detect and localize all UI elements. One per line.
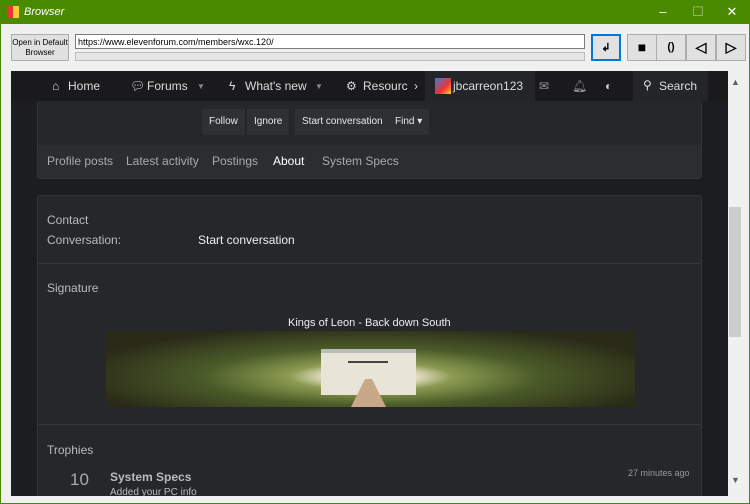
scrollbar-thumb[interactable] [729,207,741,337]
search-label: Search [659,79,698,93]
theme-icon[interactable]: ◐ [605,79,612,93]
scroll-down-icon[interactable]: ▼ [731,475,740,485]
trophy-desc: Added your PC info [110,487,197,496]
signature-image [106,331,635,407]
forums-icon: 💬︎ [130,79,146,93]
refresh-button[interactable]: () [656,34,686,61]
start-conversation-link[interactable]: Start conversation [198,233,295,247]
app-icon [7,6,19,18]
trophy-points: 10 [70,470,89,489]
chevron-right-icon[interactable]: › [414,79,418,93]
search-icon: ⚲ [643,78,652,92]
ignore-button[interactable]: Ignore [247,109,291,135]
trophy-time: 27 minutes ago [628,468,690,478]
tab-latest-activity[interactable]: Latest activity [126,154,199,168]
tab-profile-posts[interactable]: Profile posts [47,154,113,168]
tab-postings[interactable]: Postings [212,154,258,168]
user-menu[interactable]: jbcarreon123 [425,71,535,101]
nav-resources[interactable]: Resourc [363,79,408,93]
avatar [435,78,451,94]
conversation-label: Conversation: [47,233,122,247]
close-button[interactable]: ✕ [717,4,747,20]
progress-bar [75,52,585,61]
minimize-button[interactable]: – [648,4,678,19]
open-default-browser-button[interactable]: Open in Default Browser [11,34,69,61]
mail-icon[interactable]: ✉ [539,79,549,93]
profile-header: Follow Ignore Start conversation Find ▾ … [37,101,702,179]
maximize-button[interactable]: ☐ [683,4,713,20]
tab-system-specs[interactable]: System Specs [322,154,399,168]
nav-home[interactable]: Home [68,79,100,93]
start-conversation-button[interactable]: Start conversation [295,109,391,135]
follow-button[interactable]: Follow [202,109,246,135]
trophy-title: System Specs [110,470,192,484]
search-button[interactable]: ⚲ Search [633,71,708,101]
chevron-down-icon[interactable]: ▼ [197,82,205,91]
username: jbcarreon123 [453,79,524,93]
title-bar: Browser – ☐ ✕ [1,1,750,24]
find-label: Find [395,116,415,127]
signature-heading: Signature [47,281,99,295]
web-content: ⌂ Home 💬︎ Forums ▼ ϟ What's new ▼ ⚙ Reso… [11,71,728,496]
forward-button[interactable]: ▷ [716,34,746,61]
trophies-heading: Trophies [47,443,94,457]
scrollbar[interactable]: ▲ ▼ [728,71,742,496]
go-button[interactable]: ↲ [591,34,621,61]
chevron-down-icon[interactable]: ▼ [315,82,323,91]
back-button[interactable]: ◁ [686,34,716,61]
nav-whats-new[interactable]: What's new [245,79,307,93]
profile-tabs: Profile posts Latest activity Postings A… [38,145,701,178]
nav-forums[interactable]: Forums [147,79,188,93]
about-card: Contact Conversation: Start conversation… [37,195,702,496]
lightning-icon: ϟ [229,79,236,93]
bell-icon[interactable]: 🔔︎ [572,79,587,93]
nav-bar: ⌂ Home 💬︎ Forums ▼ ϟ What's new ▼ ⚙ Reso… [11,71,728,101]
home-icon: ⌂ [52,79,60,93]
scroll-up-icon[interactable]: ▲ [731,77,740,87]
contact-heading: Contact [47,213,89,227]
tab-about[interactable]: About [273,154,304,168]
window-title: Browser [24,6,65,18]
url-input[interactable] [75,34,585,49]
find-button[interactable]: Find ▾ [388,109,430,135]
gear-icon: ⚙ [346,79,357,93]
signature-caption: Kings of Leon - Back down South [288,317,451,329]
divider [38,424,701,425]
divider [38,263,701,264]
stop-button[interactable]: ■ [627,34,657,61]
